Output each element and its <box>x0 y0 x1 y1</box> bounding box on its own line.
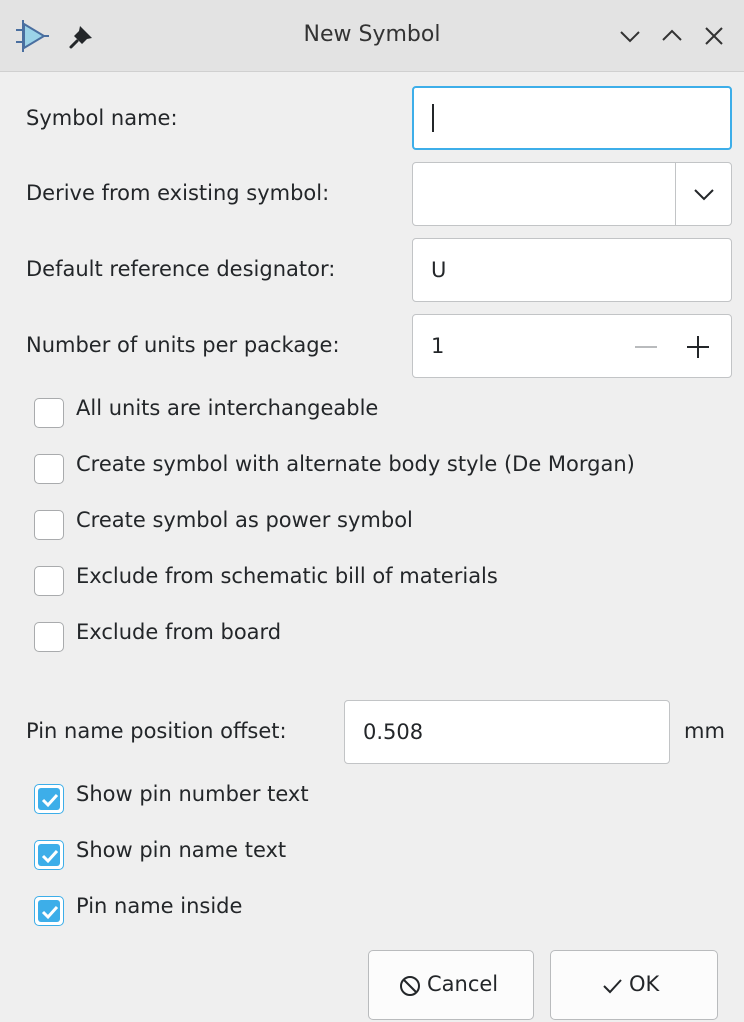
checkbox[interactable] <box>34 622 64 652</box>
plus-icon <box>697 336 699 358</box>
reference-designator-input[interactable]: U <box>412 238 732 302</box>
symbol-name-label: Symbol name: <box>26 106 178 130</box>
checkbox-label: Exclude from board <box>76 620 282 644</box>
checkbox[interactable] <box>34 510 64 540</box>
checkbox-checked[interactable] <box>34 896 64 926</box>
title-bar: New Symbol <box>0 0 744 72</box>
cancel-icon <box>400 976 420 996</box>
ok-button[interactable]: OK <box>550 950 718 1020</box>
derive-from-combobox[interactable] <box>412 162 732 226</box>
reference-designator-label: Default reference designator: <box>26 257 336 281</box>
checkmark-icon <box>41 793 59 808</box>
checkbox-label: Show pin name text <box>76 838 287 862</box>
checkbox-label: Create symbol with alternate body style … <box>76 452 635 476</box>
derive-from-label: Derive from existing symbol: <box>26 181 330 205</box>
ok-label: OK <box>629 972 660 996</box>
checkbox-label: Create symbol as power symbol <box>76 508 413 532</box>
units-per-package-value: 1 <box>431 334 445 358</box>
checkbox-label: All units are interchangeable <box>76 396 379 420</box>
checkmark-icon <box>603 979 622 994</box>
checkbox[interactable] <box>34 398 64 428</box>
pin-offset-value: 0.508 <box>363 720 424 744</box>
symbol-name-input[interactable] <box>412 86 732 150</box>
checkmark-icon <box>41 849 59 864</box>
cancel-label: Cancel <box>427 972 499 996</box>
cancel-button[interactable]: Cancel <box>368 950 534 1020</box>
checkbox-label: Pin name inside <box>76 894 243 918</box>
decrement-button[interactable] <box>635 346 657 348</box>
chevron-down-icon[interactable] <box>693 188 715 202</box>
units-per-package-spinbox[interactable]: 1 <box>412 314 732 378</box>
checkbox-checked[interactable] <box>34 784 64 814</box>
reference-designator-value: U <box>431 258 447 282</box>
chevron-up-icon[interactable] <box>658 22 686 50</box>
checkmark-icon <box>41 905 59 920</box>
close-icon[interactable] <box>700 22 728 50</box>
checkbox-checked[interactable] <box>34 840 64 870</box>
checkbox-label: Show pin number text <box>76 782 309 806</box>
text-caret <box>432 104 434 132</box>
checkbox[interactable] <box>34 454 64 484</box>
units-per-package-label: Number of units per package: <box>26 333 340 357</box>
checkbox-label: Exclude from schematic bill of materials <box>76 564 498 588</box>
chevron-down-icon[interactable] <box>616 22 644 50</box>
combo-separator <box>675 163 676 225</box>
pin-offset-input[interactable]: 0.508 <box>344 700 670 764</box>
checkbox[interactable] <box>34 566 64 596</box>
pin-offset-unit: mm <box>684 719 725 743</box>
pin-offset-label: Pin name position offset: <box>26 719 287 743</box>
